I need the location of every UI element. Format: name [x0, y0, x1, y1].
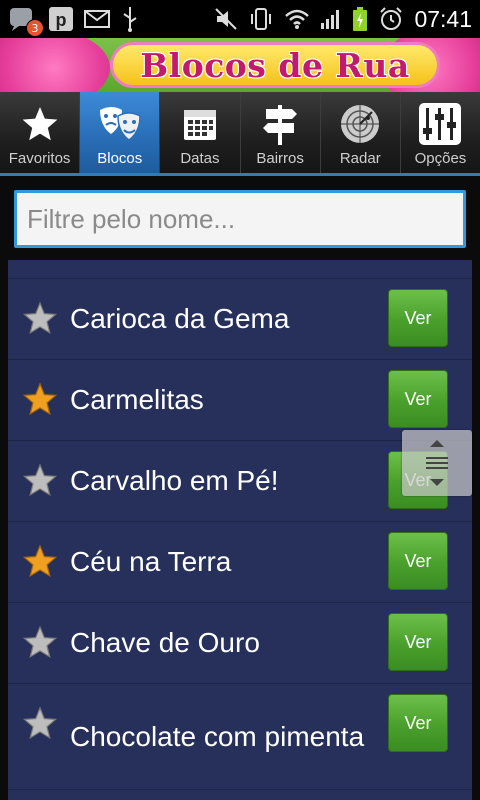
status-notifications: 3 p	[8, 5, 140, 37]
tab-datas[interactable]: Datas	[160, 92, 241, 173]
battery-charging-icon	[352, 6, 368, 32]
tab-opcoes[interactable]: Opções	[401, 92, 480, 173]
clock: 07:41	[414, 5, 472, 32]
ver-button[interactable]: Ver	[388, 370, 448, 428]
mail-icon	[84, 9, 110, 29]
tab-label: Favoritos	[8, 150, 71, 167]
tab-label: Radar	[339, 150, 381, 167]
banner-decoration-left	[0, 38, 110, 92]
list-top-edge	[8, 260, 472, 279]
list-item[interactable]: Carioca da Gema Ver	[8, 279, 472, 360]
banner-title: Blocos de Rua	[140, 46, 410, 85]
list-item-name: Carvalho em Pé!	[70, 465, 279, 496]
ver-button[interactable]: Ver	[388, 694, 448, 752]
sliders-icon	[418, 102, 462, 146]
signal-icon	[320, 8, 342, 30]
list-item-name: Carmelitas	[70, 384, 204, 415]
list-item-name: Chocolate com pimenta	[70, 720, 365, 752]
blocos-list[interactable]: Carioca da Gema Ver Carmelitas Ver Carva…	[8, 260, 472, 800]
star-icon[interactable]	[22, 625, 58, 661]
list-item[interactable]: Carmelitas Ver	[8, 360, 472, 441]
wifi-icon	[284, 8, 310, 30]
status-system: 07:41	[214, 5, 472, 33]
calendar-icon	[178, 102, 222, 146]
star-icon[interactable]	[22, 544, 58, 580]
ver-button[interactable]: Ver	[388, 532, 448, 590]
scroll-grip-icon	[426, 440, 448, 486]
tab-label: Blocos	[97, 150, 143, 167]
tab-label: Bairros	[256, 150, 304, 167]
list-item-name: Céu na Terra	[70, 546, 232, 577]
tab-label: Opções	[414, 150, 467, 167]
app-banner: Blocos de Rua	[0, 38, 480, 92]
tab-blocos[interactable]: Blocos	[80, 92, 161, 173]
svg-text:p: p	[56, 10, 67, 30]
star-icon[interactable]	[22, 382, 58, 418]
fast-scroll-handle[interactable]	[402, 430, 472, 496]
tab-label: Datas	[180, 150, 220, 167]
tab-favoritos[interactable]: Favoritos	[0, 92, 81, 173]
notification-count-badge: 3	[26, 19, 44, 37]
signpost-icon	[258, 102, 302, 146]
list-item[interactable]: Chocolate com pimenta Ver	[8, 684, 472, 790]
usb-icon	[120, 6, 140, 32]
ver-button[interactable]: Ver	[388, 613, 448, 671]
star-icon[interactable]	[22, 706, 58, 742]
list-item[interactable]: Chave de Ouro Ver	[8, 603, 472, 684]
filter-input[interactable]	[14, 190, 466, 248]
alarm-icon	[378, 6, 404, 32]
tab-bar: Favoritos Blocos Datas Bairros Radar Opç…	[0, 92, 480, 176]
filter-area	[0, 176, 480, 260]
tab-bairros[interactable]: Bairros	[241, 92, 321, 173]
star-icon[interactable]	[22, 463, 58, 499]
list-item-name: Chave de Ouro	[70, 627, 260, 658]
p-app-icon: p	[48, 6, 74, 32]
radar-icon	[338, 102, 382, 146]
list-item[interactable]: Céu na Terra Ver	[8, 522, 472, 603]
masks-icon	[98, 102, 142, 146]
star-icon	[18, 102, 62, 146]
tab-radar[interactable]: Radar	[321, 92, 401, 173]
star-icon[interactable]	[22, 301, 58, 337]
list-item-name: Carioca da Gema	[70, 303, 290, 334]
vibrate-icon	[248, 7, 274, 31]
status-bar: 3 p 07:41	[0, 0, 480, 38]
ver-button[interactable]: Ver	[388, 289, 448, 347]
mute-icon	[214, 7, 238, 31]
